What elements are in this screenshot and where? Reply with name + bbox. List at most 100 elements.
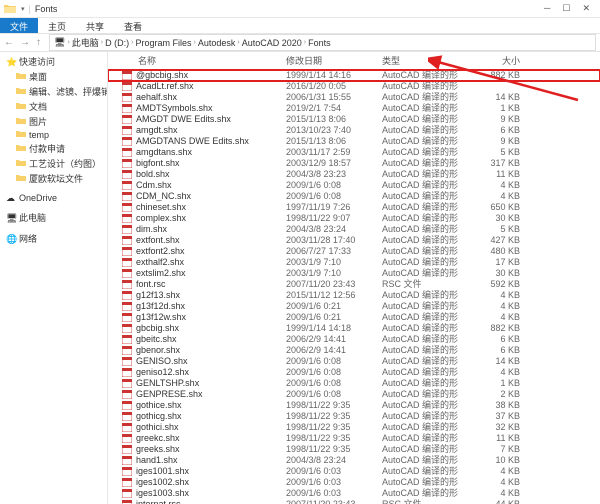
tab-view[interactable]: 查看 bbox=[114, 18, 152, 33]
file-size: 480 KB bbox=[470, 246, 520, 257]
down-icon[interactable]: ▾ bbox=[21, 5, 25, 13]
sidebar-item[interactable]: temp bbox=[0, 129, 107, 141]
file-row[interactable]: amgdtans.shx2003/11/17 2:59AutoCAD 编译的形5… bbox=[108, 147, 600, 158]
sidebar-item[interactable]: 图片 bbox=[0, 114, 107, 129]
file-row[interactable]: GENLTSHP.shx2009/1/6 0:08AutoCAD 编译的形1 K… bbox=[108, 378, 600, 389]
file-name: gbcbig.shx bbox=[136, 323, 286, 334]
sidebar-item[interactable]: 工艺设计（约图） bbox=[0, 156, 107, 171]
file-row[interactable]: iges1002.shx2009/1/6 0:03AutoCAD 编译的形4 K… bbox=[108, 477, 600, 488]
file-row[interactable]: aehalf.shx2006/1/31 15:55AutoCAD 编译的形14 … bbox=[108, 92, 600, 103]
file-icon bbox=[122, 467, 132, 476]
file-date: 2003/1/9 7:10 bbox=[286, 268, 382, 279]
file-row[interactable]: greekc.shx1998/11/22 9:35AutoCAD 编译的形11 … bbox=[108, 433, 600, 444]
file-date: 2009/1/6 0:03 bbox=[286, 488, 382, 499]
column-name[interactable]: 名称 bbox=[138, 54, 286, 67]
sidebar-item[interactable]: 文档 bbox=[0, 99, 107, 114]
sidebar-item-label: 桌面 bbox=[29, 70, 47, 83]
file-row[interactable]: extfont.shx2003/11/28 17:40AutoCAD 编译的形4… bbox=[108, 235, 600, 246]
file-row[interactable]: CDM_NC.shx2009/1/6 0:08AutoCAD 编译的形4 KB bbox=[108, 191, 600, 202]
sidebar-thispc[interactable]: 🖥此电脑 bbox=[0, 210, 107, 225]
file-date: 2006/2/9 14:41 bbox=[286, 345, 382, 356]
tab-home[interactable]: 主页 bbox=[38, 18, 76, 33]
file-row[interactable]: g13f12w.shx2009/1/6 0:21AutoCAD 编译的形4 KB bbox=[108, 312, 600, 323]
file-row[interactable]: AMGDTANS DWE Edits.shx2015/1/13 8:06Auto… bbox=[108, 136, 600, 147]
file-row[interactable]: chineset.shx1997/11/19 7:26AutoCAD 编译的形6… bbox=[108, 202, 600, 213]
file-row[interactable]: bold.shx2004/3/8 23:23AutoCAD 编译的形11 KB bbox=[108, 169, 600, 180]
file-row[interactable]: dim.shx2004/3/8 23:24AutoCAD 编译的形5 KB bbox=[108, 224, 600, 235]
file-row[interactable]: extslim2.shx2003/1/9 7:10AutoCAD 编译的形30 … bbox=[108, 268, 600, 279]
file-row[interactable]: gothice.shx1998/11/22 9:35AutoCAD 编译的形38… bbox=[108, 400, 600, 411]
file-row[interactable]: gothici.shx1998/11/22 9:35AutoCAD 编译的形32… bbox=[108, 422, 600, 433]
file-icon bbox=[122, 445, 132, 454]
file-icon bbox=[122, 456, 132, 465]
file-name: GENLTSHP.shx bbox=[136, 378, 286, 389]
file-row[interactable]: AMGDT DWE Edits.shx2015/1/13 8:06AutoCAD… bbox=[108, 114, 600, 125]
crumb[interactable]: D (D:) bbox=[105, 38, 129, 48]
column-size[interactable]: 大小 bbox=[470, 54, 520, 67]
file-row[interactable]: AMDTSymbols.shx2019/2/1 7:54AutoCAD 编译的形… bbox=[108, 103, 600, 114]
file-name: gothicg.shx bbox=[136, 411, 286, 422]
tab-file[interactable]: 文件 bbox=[0, 18, 38, 33]
file-row[interactable]: complex.shx1998/11/22 9:07AutoCAD 编译的形30… bbox=[108, 213, 600, 224]
file-row[interactable]: extfont2.shx2006/7/27 17:33AutoCAD 编译的形4… bbox=[108, 246, 600, 257]
crumb[interactable]: Fonts bbox=[308, 38, 331, 48]
crumb[interactable]: 此电脑 bbox=[72, 36, 99, 49]
file-row[interactable]: amgdt.shx2013/10/23 7:40AutoCAD 编译的形6 KB bbox=[108, 125, 600, 136]
breadcrumb[interactable]: 🖥 › 此电脑 › D (D:) › Program Files › Autod… bbox=[49, 34, 596, 51]
file-row[interactable]: gbenor.shx2006/2/9 14:41AutoCAD 编译的形6 KB bbox=[108, 345, 600, 356]
file-date: 2009/1/6 0:08 bbox=[286, 356, 382, 367]
chevron-right-icon: › bbox=[237, 39, 239, 46]
file-row[interactable]: internat.rsc2007/11/20 23:43RSC 文件44 KB bbox=[108, 499, 600, 504]
up-button[interactable]: ↑ bbox=[36, 37, 41, 48]
maximize-button[interactable]: ☐ bbox=[562, 3, 570, 14]
ribbon-tabs: 文件 主页 共享 查看 bbox=[0, 18, 600, 34]
file-type: AutoCAD 编译的形 bbox=[382, 103, 470, 114]
sidebar-network[interactable]: 🌐网络 bbox=[0, 231, 107, 246]
file-row[interactable]: greeks.shx1998/11/22 9:35AutoCAD 编译的形7 K… bbox=[108, 444, 600, 455]
minimize-button[interactable]: ─ bbox=[544, 3, 550, 14]
file-row[interactable]: GENISO.shx2009/1/6 0:08AutoCAD 编译的形14 KB bbox=[108, 356, 600, 367]
file-date: 2003/11/17 2:59 bbox=[286, 147, 382, 158]
file-row[interactable]: g12f13.shx2015/11/12 12:56AutoCAD 编译的形4 … bbox=[108, 290, 600, 301]
sidebar-item[interactable]: 付款申请 bbox=[0, 141, 107, 156]
file-name: AMGDTANS DWE Edits.shx bbox=[136, 136, 286, 147]
crumb[interactable]: Autodesk bbox=[198, 38, 236, 48]
file-size: 6 KB bbox=[470, 345, 520, 356]
file-name: gbeitc.shx bbox=[136, 334, 286, 345]
file-row[interactable]: geniso12.shx2009/1/6 0:08AutoCAD 编译的形4 K… bbox=[108, 367, 600, 378]
sidebar-quick-access[interactable]: ⭐快速访问 bbox=[0, 54, 107, 69]
crumb[interactable]: AutoCAD 2020 bbox=[242, 38, 302, 48]
file-row[interactable]: bigfont.shx2003/12/9 18:57AutoCAD 编译的形31… bbox=[108, 158, 600, 169]
close-button[interactable]: ✕ bbox=[582, 3, 590, 14]
file-row[interactable]: iges1003.shx2009/1/6 0:03AutoCAD 编译的形4 K… bbox=[108, 488, 600, 499]
file-row[interactable]: gothicg.shx1998/11/22 9:35AutoCAD 编译的形37… bbox=[108, 411, 600, 422]
column-type[interactable]: 类型 bbox=[382, 54, 470, 67]
sidebar-onedrive[interactable]: ☁OneDrive bbox=[0, 192, 107, 204]
file-row[interactable]: GENPRESE.shx2009/1/6 0:08AutoCAD 编译的形2 K… bbox=[108, 389, 600, 400]
file-row[interactable]: hand1.shx2004/3/8 23:24AutoCAD 编译的形10 KB bbox=[108, 455, 600, 466]
file-row[interactable]: exthalf2.shx2003/1/9 7:10AutoCAD 编译的形17 … bbox=[108, 257, 600, 268]
file-row[interactable]: AcadLt.ref.shx2016/1/20 0:05AutoCAD 编译的形 bbox=[108, 81, 600, 92]
sidebar-item[interactable]: 厦欧软坛文件 bbox=[0, 171, 107, 186]
tab-share[interactable]: 共享 bbox=[76, 18, 114, 33]
file-size: 38 KB bbox=[470, 400, 520, 411]
file-row[interactable]: gbeitc.shx2006/2/9 14:41AutoCAD 编译的形6 KB bbox=[108, 334, 600, 345]
file-row[interactable]: iges1001.shx2009/1/6 0:03AutoCAD 编译的形4 K… bbox=[108, 466, 600, 477]
forward-button[interactable]: → bbox=[20, 37, 30, 48]
back-button[interactable]: ← bbox=[4, 37, 14, 48]
file-icon bbox=[122, 225, 132, 234]
folder-icon bbox=[16, 144, 26, 154]
file-row[interactable]: font.rsc2007/11/20 23:43RSC 文件592 KB bbox=[108, 279, 600, 290]
crumb[interactable]: Program Files bbox=[135, 38, 191, 48]
file-date: 1999/1/14 14:16 bbox=[286, 70, 382, 81]
file-row[interactable]: Cdm.shx2009/1/6 0:08AutoCAD 编译的形4 KB bbox=[108, 180, 600, 191]
file-size: 17 KB bbox=[470, 257, 520, 268]
sidebar-item[interactable]: 桌面 bbox=[0, 69, 107, 84]
sidebar-item[interactable]: 编辑、滤镜、抨爆销料8.11 bbox=[0, 84, 107, 99]
file-row[interactable]: @gbcbig.shx1999/1/14 14:16AutoCAD 编译的形88… bbox=[108, 70, 600, 81]
file-row[interactable]: gbcbig.shx1999/1/14 14:18AutoCAD 编译的形882… bbox=[108, 323, 600, 334]
file-type: AutoCAD 编译的形 bbox=[382, 158, 470, 169]
column-date[interactable]: 修改日期 bbox=[286, 54, 382, 67]
file-row[interactable]: g13f12d.shx2009/1/6 0:21AutoCAD 编译的形4 KB bbox=[108, 301, 600, 312]
file-date: 2015/1/13 8:06 bbox=[286, 136, 382, 147]
